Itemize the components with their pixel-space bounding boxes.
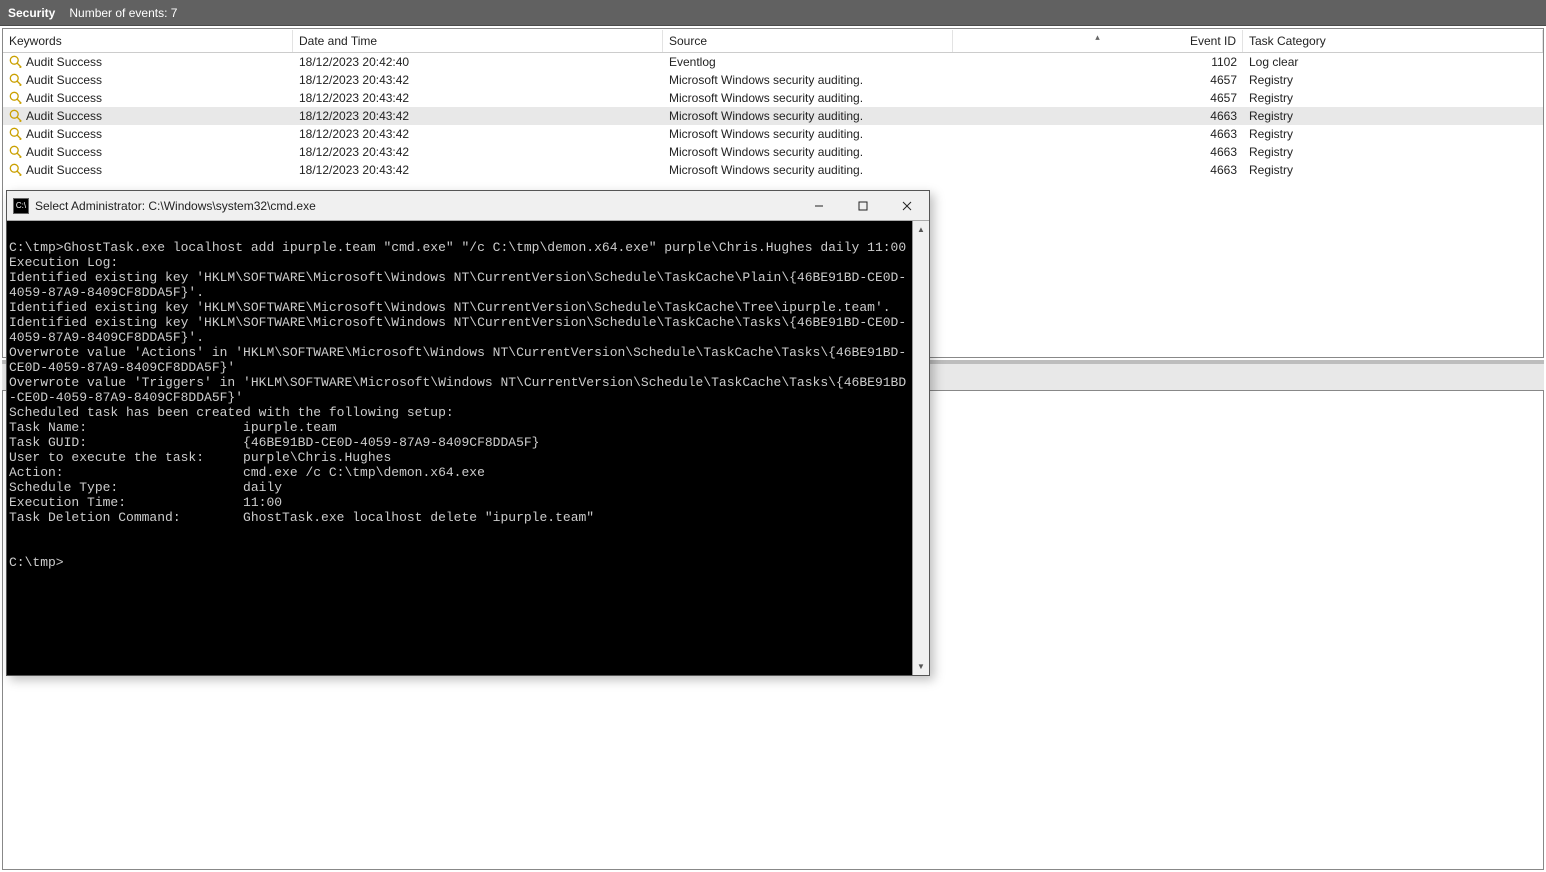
row-eventid: 4657 (953, 72, 1243, 88)
row-eventid: 4663 (953, 144, 1243, 160)
key-icon (9, 145, 23, 159)
row-taskcat: Registry (1243, 108, 1543, 124)
row-keywords: Audit Success (26, 55, 102, 69)
event-viewer-topbar: Security Number of events: 7 (0, 0, 1546, 26)
row-taskcat: Registry (1243, 72, 1543, 88)
event-row[interactable]: Audit Success 18/12/2023 20:43:42Microsof… (3, 161, 1543, 179)
row-eventid: 4663 (953, 162, 1243, 178)
row-keywords: Audit Success (26, 73, 102, 87)
event-row[interactable]: Audit Success 18/12/2023 20:43:42Microsof… (3, 89, 1543, 107)
row-datetime: 18/12/2023 20:42:40 (293, 54, 663, 70)
event-list-header: Keywords Date and Time Source ▴ Event ID… (3, 29, 1543, 53)
cmd-output[interactable]: C:\tmp>GhostTask.exe localhost add ipurp… (7, 221, 912, 675)
sort-ascending-icon: ▴ (1095, 32, 1100, 43)
maximize-button[interactable] (841, 192, 885, 220)
row-datetime: 18/12/2023 20:43:42 (293, 144, 663, 160)
row-taskcat: Registry (1243, 162, 1543, 178)
row-taskcat: Registry (1243, 90, 1543, 106)
row-taskcat: Registry (1243, 126, 1543, 142)
event-row[interactable]: Audit Success 18/12/2023 20:42:40Eventlog… (3, 53, 1543, 71)
minimize-button[interactable] (797, 192, 841, 220)
row-source: Microsoft Windows security auditing. (663, 90, 953, 106)
column-eventid[interactable]: ▴ Event ID (953, 30, 1243, 52)
row-eventid: 4657 (953, 90, 1243, 106)
row-datetime: 18/12/2023 20:43:42 (293, 90, 663, 106)
event-row[interactable]: Audit Success 18/12/2023 20:43:42Microsof… (3, 125, 1543, 143)
row-taskcat: Registry (1243, 144, 1543, 160)
row-eventid: 1102 (953, 54, 1243, 70)
row-taskcat: Log clear (1243, 54, 1543, 70)
cmd-scrollbar[interactable]: ▲ ▼ (912, 221, 929, 675)
row-source: Microsoft Windows security auditing. (663, 72, 953, 88)
column-datetime[interactable]: Date and Time (293, 30, 663, 52)
event-count-label: Number of events: 7 (69, 6, 177, 20)
scroll-down-icon[interactable]: ▼ (913, 658, 929, 675)
cmd-window[interactable]: C:\ Select Administrator: C:\Windows\sys… (6, 190, 930, 676)
key-icon (9, 91, 23, 105)
event-rows: Audit Success 18/12/2023 20:42:40Eventlog… (3, 53, 1543, 179)
key-icon (9, 127, 23, 141)
event-row[interactable]: Audit Success 18/12/2023 20:43:42Microsof… (3, 71, 1543, 89)
row-datetime: 18/12/2023 20:43:42 (293, 126, 663, 142)
row-datetime: 18/12/2023 20:43:42 (293, 162, 663, 178)
row-datetime: 18/12/2023 20:43:42 (293, 108, 663, 124)
minimize-icon (814, 201, 824, 211)
row-keywords: Audit Success (26, 91, 102, 105)
key-icon (9, 55, 23, 69)
row-eventid: 4663 (953, 126, 1243, 142)
row-datetime: 18/12/2023 20:43:42 (293, 72, 663, 88)
row-source: Microsoft Windows security auditing. (663, 144, 953, 160)
key-icon (9, 73, 23, 87)
row-source: Microsoft Windows security auditing. (663, 162, 953, 178)
row-keywords: Audit Success (26, 145, 102, 159)
key-icon (9, 109, 23, 123)
cmd-icon: C:\ (13, 198, 29, 214)
event-row[interactable]: Audit Success 18/12/2023 20:43:42Microsof… (3, 107, 1543, 125)
event-row[interactable]: Audit Success 18/12/2023 20:43:42Microsof… (3, 143, 1543, 161)
row-source: Microsoft Windows security auditing. (663, 126, 953, 142)
row-keywords: Audit Success (26, 127, 102, 141)
close-button[interactable] (885, 192, 929, 220)
cmd-title-text: Select Administrator: C:\Windows\system3… (35, 199, 316, 213)
row-keywords: Audit Success (26, 163, 102, 177)
close-icon (902, 201, 912, 211)
key-icon (9, 163, 23, 177)
row-keywords: Audit Success (26, 109, 102, 123)
scroll-track[interactable] (913, 238, 929, 658)
column-taskcategory[interactable]: Task Category (1243, 30, 1543, 52)
scroll-up-icon[interactable]: ▲ (913, 221, 929, 238)
cmd-titlebar[interactable]: C:\ Select Administrator: C:\Windows\sys… (7, 191, 929, 221)
row-eventid: 4663 (953, 108, 1243, 124)
column-keywords[interactable]: Keywords (3, 30, 293, 52)
maximize-icon (858, 201, 868, 211)
column-source[interactable]: Source (663, 30, 953, 52)
row-source: Microsoft Windows security auditing. (663, 108, 953, 124)
row-source: Eventlog (663, 54, 953, 70)
log-name-label: Security (8, 6, 55, 20)
